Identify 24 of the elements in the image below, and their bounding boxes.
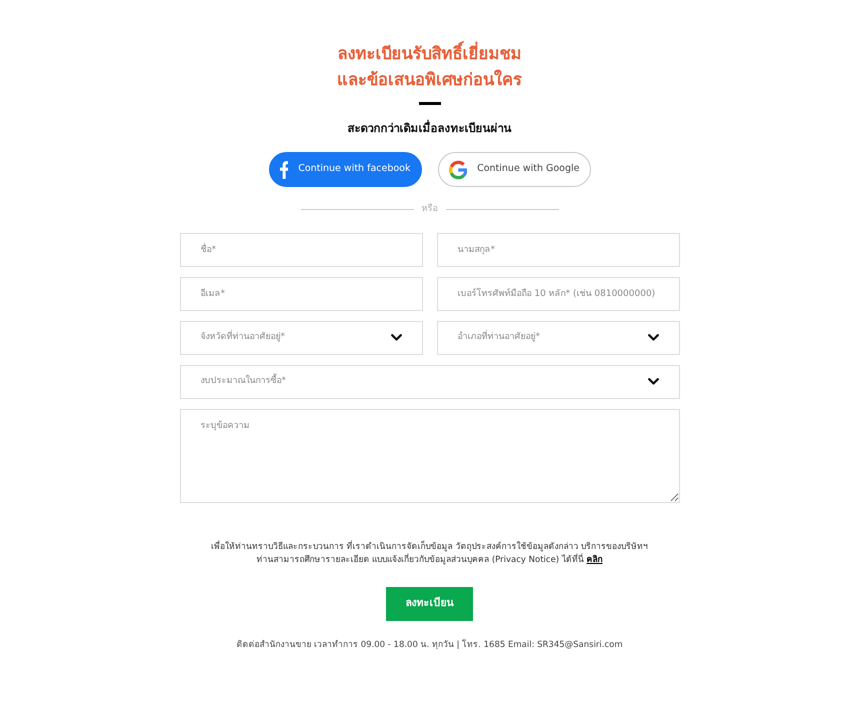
chevron-down-icon (648, 378, 658, 385)
chevron-down-icon (390, 334, 402, 341)
subtitle: สะดวกกว่าเดิมเมื่อลงทะเบียนผ่าน (346, 119, 512, 137)
input-field[interactable]: ชื่อ* (180, 232, 422, 266)
input-field[interactable]: เบอร์โทรศัพท์มือถือ 10 หลัก* (เช่น 0810000000) (436, 276, 680, 310)
privacy-notice: เพื่อให้ท่านทราบวิธีและกระบวนการ ที่เราดำเนินการจัดเก็บข้อมูล วัตถุประสงค์การใช้ข้อมูลดังกล่าว บริการของบริษัทฯ ท่านสามารถศึกษารายละเอียด แบบแจ้งเกี่ยวกับข้อมูลส่วนบุคคล (Privacy Notice) ได้ที่นี่ คลิก (210, 540, 650, 566)
privacy-link[interactable]: คลิก (586, 554, 603, 564)
facebook-logo-icon (280, 160, 288, 178)
dropdown-field[interactable]: อำเภอที่ท่านอาศัยอยู่* (436, 320, 680, 354)
facebook-login-button[interactable]: Continue with facebook (268, 152, 422, 187)
google-logo-icon (448, 160, 468, 180)
page-title: ลงทะเบียนรับสิทธิ์เยี่ยมชม (180, 40, 680, 66)
dropdown-field[interactable]: จังหวัดที่ท่านอาศัยอยู่* (180, 320, 422, 354)
message-field[interactable]: ระบุข้อความ (180, 408, 680, 502)
register-button[interactable]: ลงทะเบียน (386, 586, 473, 620)
page-title: และข้อเสนอพิเศษก่อนใคร (336, 68, 523, 91)
accent-bar (418, 102, 440, 105)
google-login-button[interactable]: Continue with Google (438, 152, 590, 187)
input-field[interactable]: อีเมล* (180, 276, 422, 310)
contact-info: ติดต่อสำนักงานขาย เวลาทำการ 09.00 - 18.00 น. ทุกวัน | โทร. 1685 Email: SR345@Sansiri.com (235, 638, 624, 652)
dropdown-field[interactable]: งบประมาณในการซื้อ* (180, 364, 680, 398)
chevron-down-icon (648, 334, 658, 341)
input-field[interactable]: นามสกุล* (436, 232, 680, 266)
divider-label: หรือ (422, 203, 438, 216)
